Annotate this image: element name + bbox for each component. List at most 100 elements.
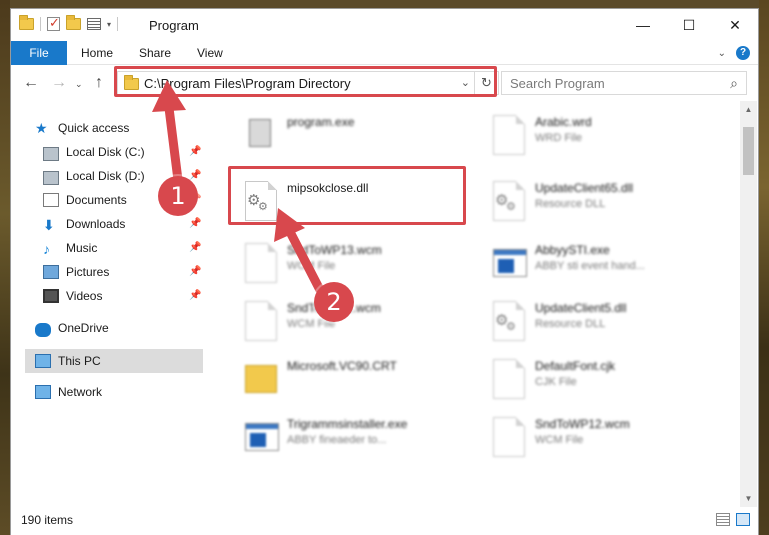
sidebar-item-downloads[interactable]: ⬇ Downloads xyxy=(43,213,125,235)
address-path[interactable]: C:\Program Files\Program Directory xyxy=(144,76,351,91)
sidebar-item-this-pc[interactable]: This PC xyxy=(35,350,101,372)
desktop-background-left xyxy=(0,0,10,535)
sidebar-item-label: Downloads xyxy=(66,217,126,231)
tab-view[interactable]: View xyxy=(197,41,223,65)
dll-gear-icon: ⚙ ⚙ xyxy=(489,299,529,343)
sidebar-item-documents[interactable]: Documents xyxy=(43,189,127,211)
file-name: DefaultFont.cjk xyxy=(535,359,616,373)
file-name: UpdateClient5.dll xyxy=(535,301,627,315)
sidebar-item-label: Network xyxy=(58,385,103,399)
folder-icon xyxy=(19,15,34,30)
pin-icon[interactable]: 📌 xyxy=(189,146,201,157)
sidebar-item-quick-access[interactable]: ★ Quick access xyxy=(35,117,129,139)
expand-ribbon-chevron-icon[interactable]: ⌄ xyxy=(718,48,726,59)
minimize-button[interactable]: — xyxy=(620,9,666,41)
pin-icon[interactable]: 📌 xyxy=(189,242,201,253)
sidebar-item-label: Documents xyxy=(66,193,127,207)
toolbar-separator xyxy=(117,17,119,31)
scrollbar-thumb[interactable] xyxy=(743,127,754,175)
address-bar[interactable]: C:\Program Files\Program Directory ⌄ ↻ xyxy=(117,71,499,95)
step-badge-2: 2 xyxy=(314,282,354,322)
pin-icon[interactable]: 📌 xyxy=(189,218,201,229)
window-title: Program xyxy=(149,18,199,33)
scroll-up-arrow-icon[interactable]: ▲ xyxy=(740,101,757,118)
sidebar-item-music[interactable]: ♪ Music xyxy=(43,237,97,259)
sidebar-item-pictures[interactable]: Pictures xyxy=(43,261,109,283)
item-count: 190 items xyxy=(21,513,74,527)
new-folder-icon[interactable] xyxy=(66,15,81,30)
file-type: CJK File xyxy=(535,376,577,388)
file-item[interactable]: ⚙ ⚙ UpdateClient65.dll Resource DLL xyxy=(467,173,707,229)
file-item[interactable]: ⚙ ⚙ UpdateClient5.dll Resource DLL xyxy=(467,293,707,349)
sidebar-item-label: Local Disk (D:) xyxy=(66,169,145,183)
quick-access-toolbar: ▾ xyxy=(19,15,119,31)
file-item-target[interactable]: ⚙ ⚙ mipsokclose.dll xyxy=(219,173,459,229)
scroll-down-arrow-icon[interactable]: ▼ xyxy=(740,490,757,507)
dll-gear-icon: ⚙ ⚙ xyxy=(489,179,529,223)
toolbar-separator xyxy=(40,17,41,31)
recent-locations-chevron-icon[interactable]: ⌄ xyxy=(75,79,83,90)
file-item[interactable]: program.exe xyxy=(219,107,459,163)
pictures-icon xyxy=(43,265,59,279)
search-placeholder: Search Program xyxy=(510,76,605,91)
file-name: Trigrammsinstaller.exe xyxy=(287,417,408,431)
file-name: AbbyySTI.exe xyxy=(535,243,610,257)
search-input[interactable]: Search Program ⌕ xyxy=(501,71,747,95)
search-icon[interactable]: ⌕ xyxy=(730,75,738,92)
details-view-icon[interactable] xyxy=(716,513,730,526)
tab-file[interactable]: File xyxy=(11,41,67,65)
sidebar-item-videos[interactable]: Videos xyxy=(43,285,102,307)
pin-icon[interactable]: 📌 xyxy=(189,290,201,301)
large-icons-view-icon[interactable] xyxy=(736,513,750,526)
this-pc-icon xyxy=(35,354,51,368)
videos-icon xyxy=(43,289,59,303)
sidebar-item-label: Pictures xyxy=(66,265,110,279)
ribbon-tabs: File Home Share View ⌄ ? xyxy=(11,41,758,65)
file-explorer-window: ▾ Program — ☐ ✕ File Home Share View ⌄ ?… xyxy=(10,8,759,535)
properties-check-icon[interactable] xyxy=(47,15,60,31)
sidebar-item-network[interactable]: Network xyxy=(35,381,102,403)
sidebar-item-label: OneDrive xyxy=(58,321,109,335)
document-icon xyxy=(489,113,529,157)
file-type: Resource DLL xyxy=(535,198,606,210)
help-icon[interactable]: ? xyxy=(736,46,750,60)
dll-gear-icon: ⚙ ⚙ xyxy=(241,179,281,223)
file-item[interactable]: Arabic.wrd WRD File xyxy=(467,107,707,163)
customize-toolbar-arrow-icon[interactable]: ▾ xyxy=(107,20,111,29)
star-icon: ★ xyxy=(35,120,48,136)
vertical-scrollbar[interactable]: ▲ ▼ xyxy=(740,101,757,507)
sidebar-item-local-disk-d[interactable]: Local Disk (D:) xyxy=(43,165,145,187)
file-name: Microsoft.VC90.CRT xyxy=(287,359,397,373)
back-arrow-icon[interactable]: ← xyxy=(23,74,39,92)
sidebar-item-local-disk-c[interactable]: Local Disk (C:) xyxy=(43,141,145,163)
close-button[interactable]: ✕ xyxy=(712,9,758,41)
address-folder-icon xyxy=(124,75,139,90)
tab-share[interactable]: Share xyxy=(139,41,171,65)
file-item[interactable]: AbbyySTI.exe ABBY sti event hand... xyxy=(467,235,707,291)
document-icon xyxy=(489,415,529,459)
document-icon xyxy=(241,241,281,285)
window-controls: — ☐ ✕ xyxy=(620,9,758,41)
file-type: Resource DLL xyxy=(535,318,606,330)
up-arrow-icon[interactable]: ↑ xyxy=(95,74,103,92)
pin-icon[interactable]: 📌 xyxy=(189,266,201,277)
file-item[interactable]: SndToWP12.wcm WCM File xyxy=(467,409,707,465)
address-dropdown-chevron-icon[interactable]: ⌄ xyxy=(461,76,470,89)
properties-icon[interactable] xyxy=(87,18,101,30)
file-name: SndToWP13.wcm xyxy=(287,243,382,257)
sidebar-item-label: Quick access xyxy=(58,121,130,135)
file-item[interactable]: DefaultFont.cjk CJK File xyxy=(467,351,707,407)
sidebar-item-label: Music xyxy=(66,241,98,255)
maximize-button[interactable]: ☐ xyxy=(666,9,712,41)
document-icon xyxy=(241,299,281,343)
forward-arrow-icon[interactable]: → xyxy=(51,74,67,92)
sidebar-item-onedrive[interactable]: OneDrive xyxy=(35,317,109,339)
file-item[interactable]: Trigrammsinstaller.exe ABBY fineaeder to… xyxy=(219,409,459,465)
tab-home[interactable]: Home xyxy=(81,41,113,65)
pin-icon[interactable]: 📌 xyxy=(189,170,201,181)
status-bar: 190 items xyxy=(11,507,758,535)
title-bar: ▾ Program — ☐ ✕ xyxy=(11,9,758,41)
refresh-icon[interactable]: ↻ xyxy=(474,72,498,94)
file-type: WCM File xyxy=(287,260,336,272)
file-item[interactable]: Microsoft.VC90.CRT xyxy=(219,351,459,407)
